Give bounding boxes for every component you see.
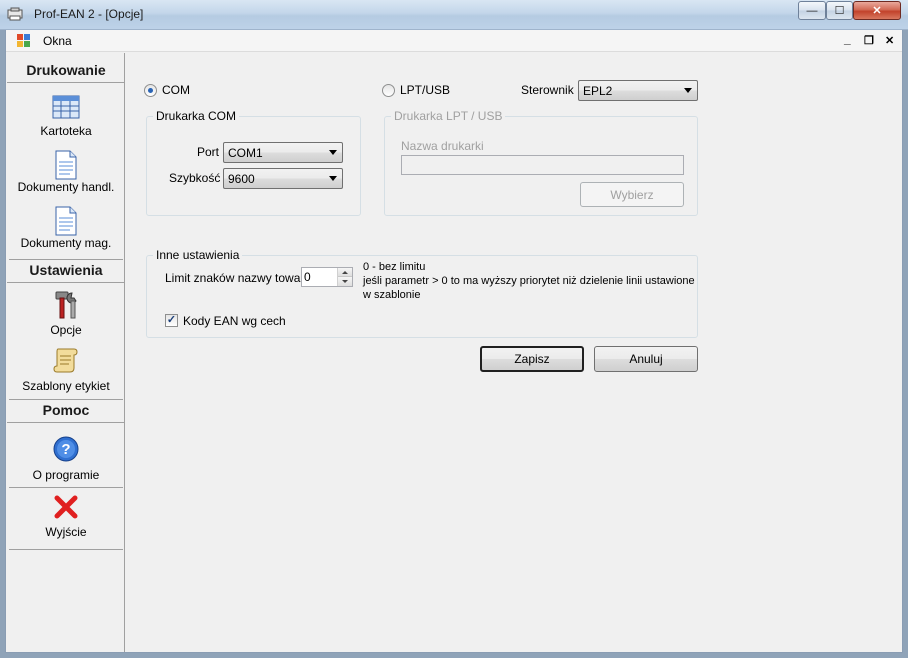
sidebar-item-label: Opcje <box>50 323 82 337</box>
maximize-button[interactable]: ☐ <box>826 1 853 20</box>
kody-ean-checkbox[interactable]: ✓ <box>165 314 178 327</box>
drukarka-lpt-group: Drukarka LPT / USB Nazwa drukarki Wybier… <box>384 109 698 216</box>
app-icon[interactable] <box>7 7 23 21</box>
stepper-up-icon[interactable] <box>338 268 352 277</box>
maximize-icon: ☐ <box>834 5 845 17</box>
drukarka-com-group: Drukarka COM Port COM1 Szybkość 9600 <box>146 109 361 216</box>
limit-value: 0 <box>304 270 311 284</box>
stepper-down-icon[interactable] <box>338 277 352 286</box>
document-icon <box>55 150 77 180</box>
sidebar-item-label: O programie <box>32 468 100 482</box>
com-radio-label[interactable]: COM <box>162 83 190 97</box>
sidebar-divider <box>9 487 123 488</box>
minimize-button[interactable]: — <box>798 1 826 20</box>
close-icon: ✕ <box>872 5 882 17</box>
speed-value: 9600 <box>228 172 255 186</box>
mdi-restore-button[interactable]: ❐ <box>864 34 874 47</box>
port-value: COM1 <box>228 146 263 160</box>
chevron-down-icon <box>329 176 337 181</box>
lpt-usb-radio-label[interactable]: LPT/USB <box>400 83 450 97</box>
limit-hint-line2: jeśli parametr > 0 to ma wyższy prioryte… <box>363 275 695 287</box>
cancel-button[interactable]: Anuluj <box>594 346 698 372</box>
sidebar-item-wyjscie[interactable]: Wyjście <box>7 489 125 549</box>
sterownik-label: Sterownik <box>521 83 574 97</box>
menu-bar: Okna _ ❐ ✕ <box>6 30 902 52</box>
chevron-down-icon <box>684 88 692 93</box>
choose-printer-label: Wybierz <box>610 187 654 202</box>
speed-select[interactable]: 9600 <box>223 168 343 189</box>
sidebar-item-dokumenty-mag[interactable]: Dokumenty mag. <box>7 203 125 259</box>
table-icon <box>52 95 80 119</box>
mdi-minimize-button[interactable]: _ <box>844 32 851 46</box>
limit-label: Limit znaków nazwy towaru: <box>165 271 315 285</box>
menu-okna[interactable]: Okna <box>43 34 72 48</box>
sidebar-item-o-programie[interactable]: ? O programie <box>7 427 125 487</box>
document-icon <box>55 206 77 236</box>
limit-stepper[interactable]: 0 <box>301 267 353 287</box>
tools-icon <box>55 291 77 319</box>
help-icon: ? <box>53 436 79 462</box>
sterownik-value: EPL2 <box>583 84 613 98</box>
sidebar-item-label: Dokumenty mag. <box>20 236 112 250</box>
exit-icon <box>54 495 78 519</box>
chevron-down-icon <box>329 150 337 155</box>
speed-label: Szybkość <box>169 171 221 185</box>
inne-ustawienia-group: Inne ustawienia Limit znaków nazwy towar… <box>146 248 698 338</box>
sidebar-item-szablony[interactable]: Szablony etykiet <box>7 343 125 399</box>
sidebar-item-kartoteka[interactable]: Kartoteka <box>7 91 125 147</box>
minimize-icon: — <box>806 4 818 17</box>
inne-ustawienia-title: Inne ustawienia <box>153 248 243 262</box>
options-panel: COM LPT/USB Sterownik EPL2 Drukarka COM … <box>126 53 902 652</box>
choose-printer-button[interactable]: Wybierz <box>580 182 684 207</box>
sidebar-item-label: Kartoteka <box>40 124 92 138</box>
window-title: Prof-EAN 2 - [Opcje] <box>34 7 144 21</box>
printer-name-label: Nazwa drukarki <box>401 139 484 153</box>
save-button-label: Zapisz <box>514 352 550 366</box>
limit-hint-line3: w szablonie <box>363 289 421 301</box>
sidebar-item-label: Szablony etykiet <box>22 379 110 393</box>
lpt-usb-radio[interactable] <box>382 84 395 97</box>
limit-hint-line1: 0 - bez limitu <box>363 261 426 273</box>
svg-text:?: ? <box>61 441 70 458</box>
mdi-close-button[interactable]: ✕ <box>885 34 894 47</box>
sidebar-item-label: Wyjście <box>45 525 87 539</box>
sidebar-item-label: Dokumenty handl. <box>17 180 115 194</box>
com-radio[interactable] <box>144 84 157 97</box>
sterownik-select[interactable]: EPL2 <box>578 80 698 101</box>
sidebar-item-opcje[interactable]: Opcje <box>7 287 125 343</box>
kody-ean-label[interactable]: Kody EAN wg cech <box>183 314 286 328</box>
sidebar-item-dokumenty-handl[interactable]: Dokumenty handl. <box>7 147 125 203</box>
port-label: Port <box>197 145 220 159</box>
close-button[interactable]: ✕ <box>853 1 901 20</box>
save-button[interactable]: Zapisz <box>480 346 584 372</box>
port-select[interactable]: COM1 <box>223 142 343 163</box>
sidebar: Drukowanie Kartoteka Dokumenty handl. Do… <box>7 53 125 652</box>
window-client: Okna _ ❐ ✕ Drukowanie Kartoteka Dokument… <box>5 30 903 653</box>
section-drukowanie: Drukowanie <box>7 59 125 83</box>
section-pomoc: Pomoc <box>7 399 125 423</box>
scroll-icon <box>53 348 78 373</box>
sidebar-divider <box>9 549 123 550</box>
printer-name-field[interactable] <box>401 155 684 175</box>
drukarka-lpt-title: Drukarka LPT / USB <box>391 109 506 123</box>
stepper-buttons <box>337 268 352 286</box>
section-ustawienia: Ustawienia <box>7 259 125 283</box>
drukarka-com-title: Drukarka COM <box>153 109 240 123</box>
title-bar[interactable]: Prof-EAN 2 - [Opcje] — ☐ ✕ <box>0 0 908 30</box>
check-icon: ✓ <box>166 314 177 326</box>
mdi-window-icon[interactable] <box>17 34 31 48</box>
cancel-button-label: Anuluj <box>629 352 663 366</box>
